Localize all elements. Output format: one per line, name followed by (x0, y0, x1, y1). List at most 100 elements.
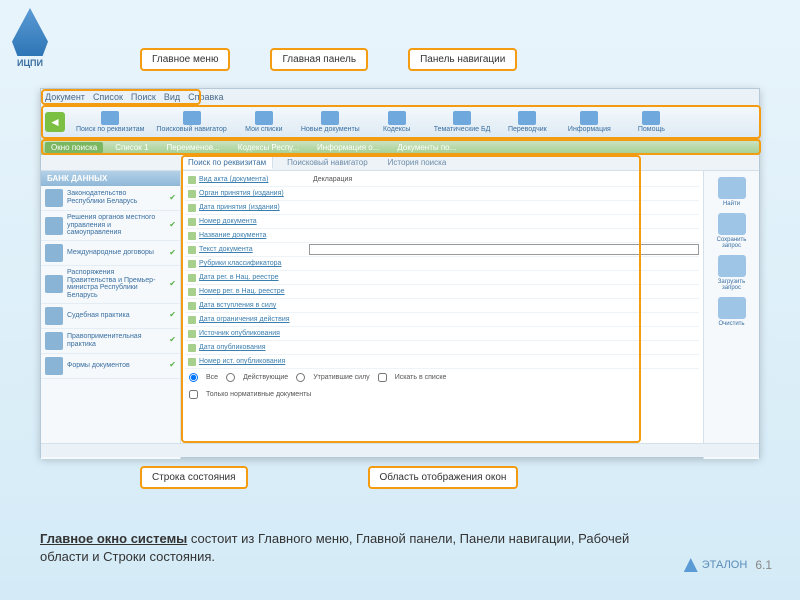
bullet-icon (188, 344, 196, 352)
save-icon (718, 213, 746, 235)
subtab-requisites[interactable]: Поиск по реквизитам (181, 156, 273, 169)
magnifier-icon (718, 177, 746, 199)
form-row-4: Название документа (185, 229, 699, 243)
bullet-icon (188, 232, 196, 240)
info-icon (580, 111, 598, 125)
back-button[interactable]: ◄ (45, 112, 65, 132)
form-row-6: Рубрики классификатора (185, 257, 699, 271)
etalon-icon (684, 558, 698, 572)
bullet-icon (188, 288, 196, 296)
compass-icon (183, 111, 201, 125)
trash-icon (718, 297, 746, 319)
sidebar-item-0[interactable]: Законодательство Республики Беларусь✔ (41, 186, 180, 211)
sidebar-item-3[interactable]: Распоряжения Правительства и Премьер-мин… (41, 266, 180, 304)
bullet-icon (188, 260, 196, 268)
menu-document[interactable]: Документ (45, 92, 85, 102)
save-query-button[interactable]: Сохранить запрос (709, 213, 755, 249)
db-icon (453, 111, 471, 125)
find-button[interactable]: Найти (709, 177, 755, 207)
slide-description: Главное окно системы состоит из Главного… (40, 530, 660, 566)
form-row-0: Вид акта (документа)Декларация (185, 173, 699, 187)
tb-search-nav[interactable]: Поисковый навигатор (151, 109, 231, 135)
callout-status: Строка состояния (140, 466, 248, 489)
field-label[interactable]: Текст документа (199, 246, 309, 253)
tab-codex[interactable]: Кодексы Респу... (232, 142, 305, 153)
field-label[interactable]: Номер ист. опубликования (199, 358, 309, 365)
tb-my-lists[interactable]: Мои списки (234, 109, 294, 135)
field-label[interactable]: Дата ограничения действия (199, 316, 309, 323)
desc-title: Главное окно системы (40, 531, 187, 546)
field-label[interactable]: Номер документа (199, 218, 309, 225)
subtab-navigator[interactable]: Поисковый навигатор (281, 157, 373, 168)
folder-icon (45, 244, 63, 262)
tb-codex[interactable]: Кодексы (367, 109, 427, 135)
sidebar-item-1[interactable]: Решения органов местного управления и са… (41, 211, 180, 241)
field-label[interactable]: Дата вступления в силу (199, 302, 309, 309)
field-label[interactable]: Орган принятия (издания) (199, 190, 309, 197)
form-row-5: Текст документа (185, 243, 699, 257)
tab-list1[interactable]: Список 1 (109, 142, 154, 153)
field-label[interactable]: Номер рег. в Нац. реестре (199, 288, 309, 295)
check-icon: ✔ (169, 361, 176, 370)
bullet-icon (188, 316, 196, 324)
tb-info[interactable]: Информация (559, 109, 619, 135)
load-icon (718, 255, 746, 277)
sidebar-item-4[interactable]: Судебная практика✔ (41, 304, 180, 329)
opt-active[interactable] (226, 373, 235, 382)
translate-icon (518, 111, 536, 125)
opt-expired[interactable] (296, 373, 305, 382)
action-panel: Найти Сохранить запрос Загрузить запрос … (703, 171, 759, 459)
bullet-icon (188, 358, 196, 366)
help-icon (642, 111, 660, 125)
menu-search[interactable]: Поиск (131, 92, 156, 102)
tab-search-window[interactable]: Окно поиска (45, 142, 103, 153)
load-query-button[interactable]: Загрузить запрос (709, 255, 755, 291)
folder-icon (45, 357, 63, 375)
text-input[interactable] (309, 244, 699, 255)
tab-docs[interactable]: Документы по... (391, 142, 462, 153)
callout-main-menu: Главное меню (140, 48, 230, 71)
sidebar-item-5[interactable]: Правоприменительная практика✔ (41, 329, 180, 354)
subtab-history[interactable]: История поиска (382, 157, 453, 168)
tab-rename[interactable]: Переименов... (160, 142, 225, 153)
tb-new-docs[interactable]: Новые документы (296, 109, 365, 135)
callouts-top: Главное меню Главная панель Панель навиг… (140, 48, 517, 71)
form-row-2: Дата принятия (издания) (185, 201, 699, 215)
folder-icon (45, 275, 63, 293)
field-label[interactable]: Дата рег. в Нац. реестре (199, 274, 309, 281)
form-row-7: Дата рег. в Нац. реестре (185, 271, 699, 285)
menu-view[interactable]: Вид (164, 92, 180, 102)
tb-help[interactable]: Помощь (621, 109, 681, 135)
doc-icon (321, 111, 339, 125)
field-label[interactable]: Рубрики классификатора (199, 260, 309, 267)
logo-icon (12, 8, 48, 56)
sidebar-item-2[interactable]: Международные договоры✔ (41, 241, 180, 266)
tb-thematic[interactable]: Тематические БД (429, 109, 496, 135)
sidebar-item-6[interactable]: Формы документов✔ (41, 354, 180, 379)
menu-list[interactable]: Список (93, 92, 123, 102)
field-label[interactable]: Дата опубликования (199, 344, 309, 351)
form-row-11: Источник опубликования (185, 327, 699, 341)
field-label[interactable]: Дата принятия (издания) (199, 204, 309, 211)
bullet-icon (188, 246, 196, 254)
opt-normative[interactable] (189, 390, 198, 399)
list-icon (255, 111, 273, 125)
bullet-icon (188, 302, 196, 310)
bullet-icon (188, 204, 196, 212)
field-label[interactable]: Вид акта (документа) (199, 176, 309, 183)
field-label[interactable]: Название документа (199, 232, 309, 239)
form-row-12: Дата опубликования (185, 341, 699, 355)
tb-search-req[interactable]: Поиск по реквизитам (71, 109, 149, 135)
sidebar-header: БАНК ДАННЫХ (41, 171, 180, 186)
opt-all[interactable] (189, 373, 198, 382)
tb-translate[interactable]: Переводчик (497, 109, 557, 135)
logo-text: ИЦПИ (12, 58, 48, 68)
field-value: Декларация (309, 176, 699, 183)
clear-button[interactable]: Очистить (709, 297, 755, 327)
menu-help[interactable]: Справка (188, 92, 223, 102)
opt-in-list[interactable] (378, 373, 387, 382)
field-label[interactable]: Источник опубликования (199, 330, 309, 337)
tab-info[interactable]: Информация о... (311, 142, 385, 153)
main-area: БАНК ДАННЫХ Законодательство Республики … (41, 171, 759, 459)
nav-tabs: Окно поиска Список 1 Переименов... Кодек… (41, 139, 759, 155)
